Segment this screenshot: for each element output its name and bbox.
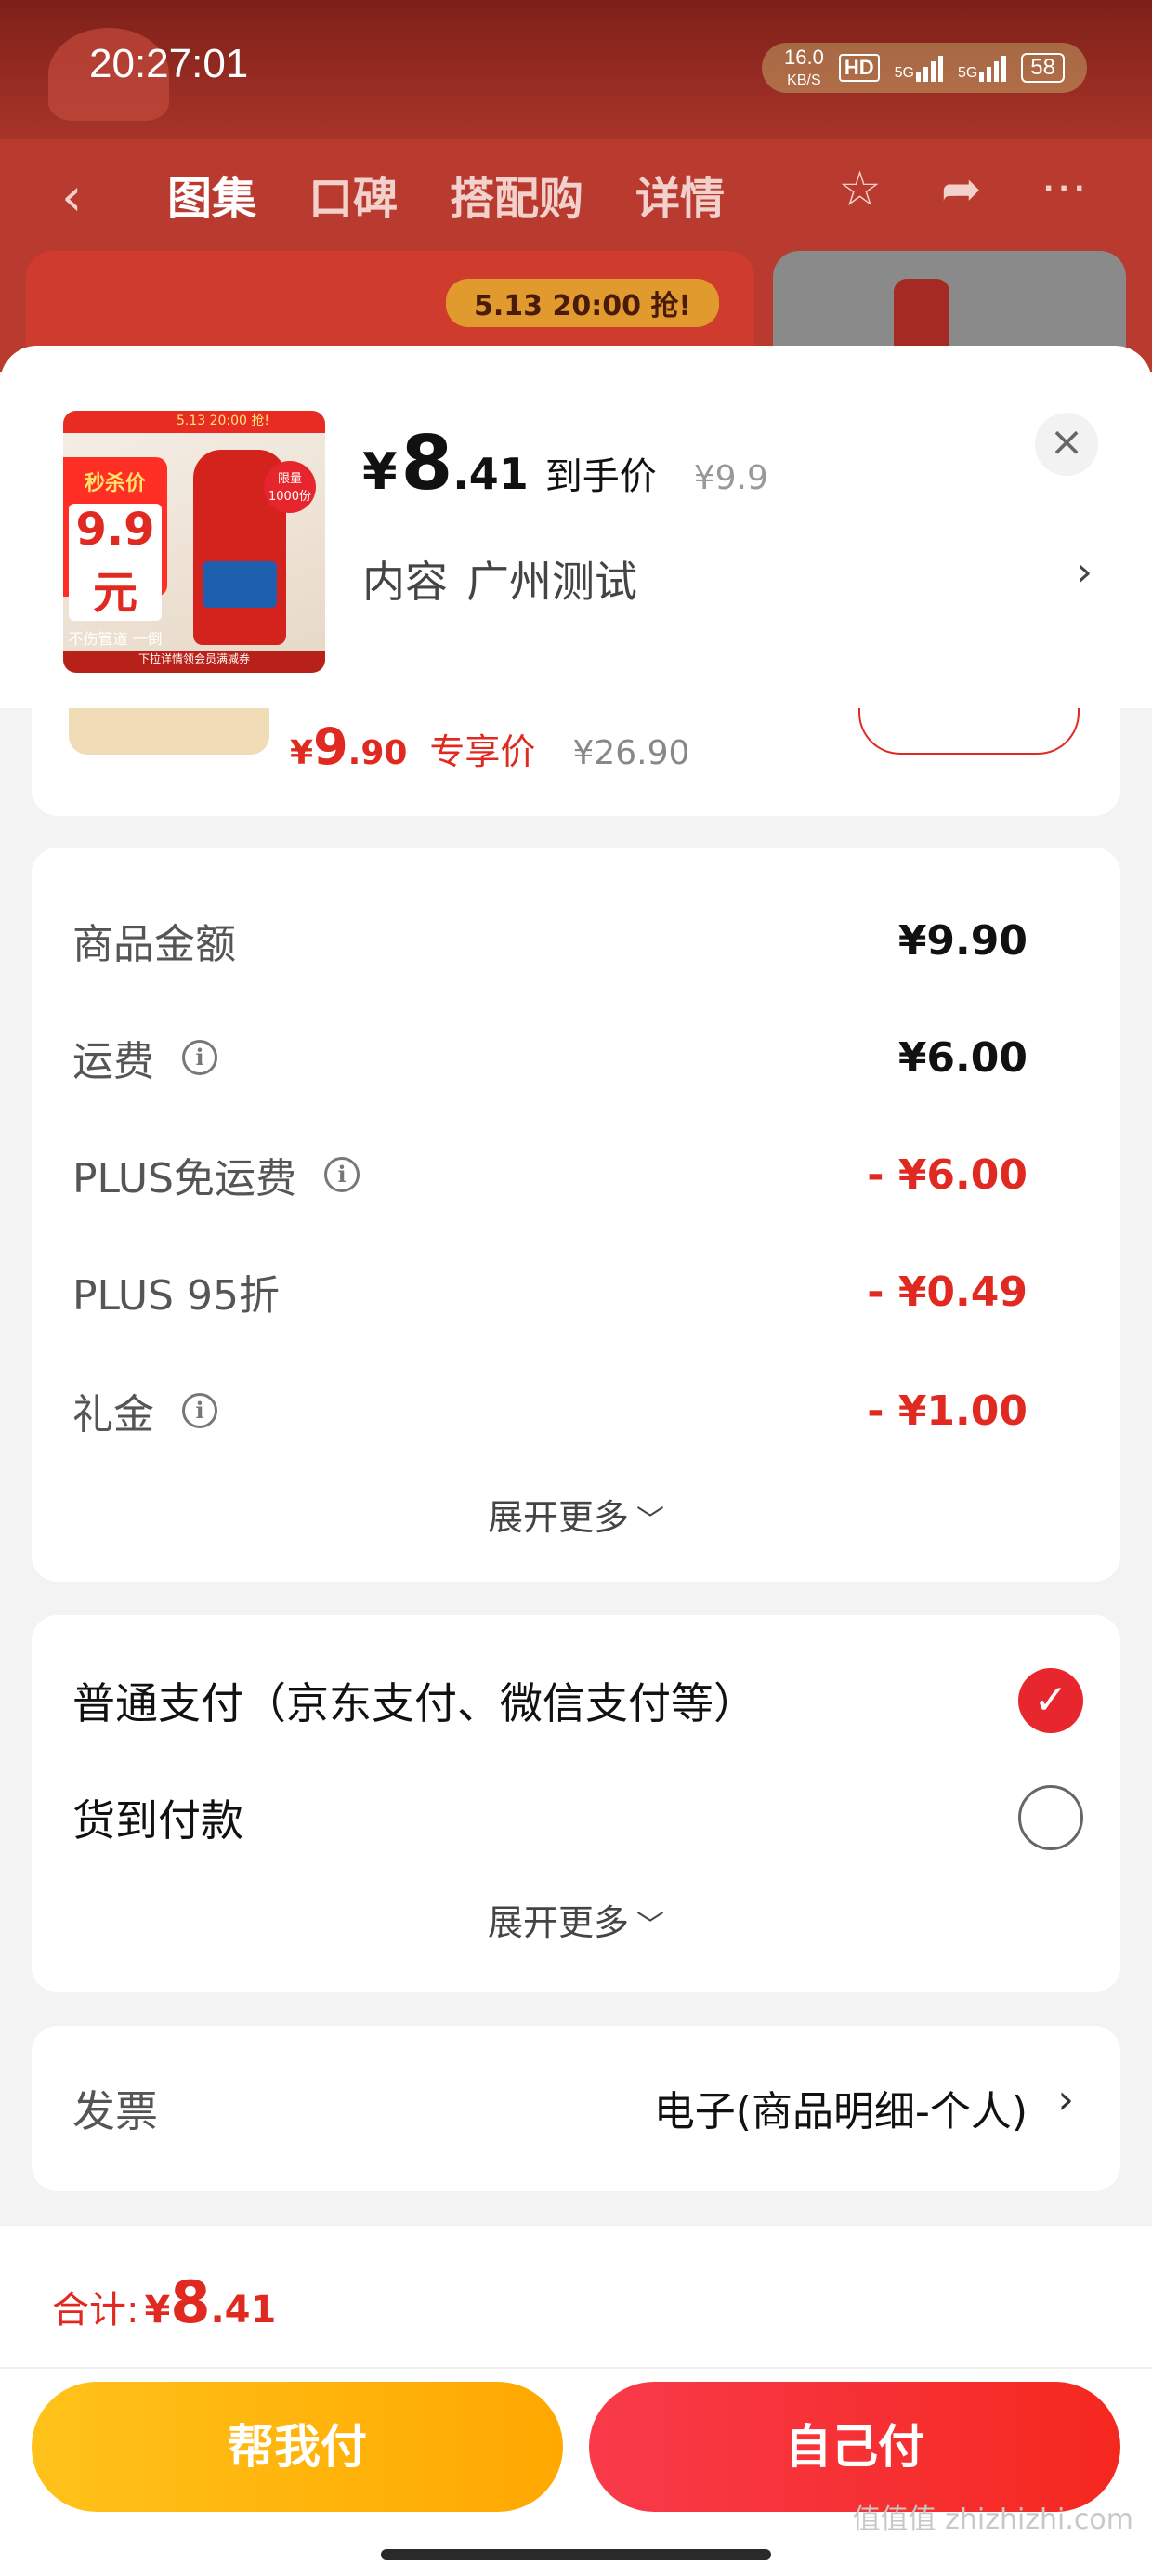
fee-row: PLUS免运费 i - ¥6.00 <box>72 1150 1028 1203</box>
payment-option[interactable]: 货到付款 <box>72 1784 1083 1851</box>
thumb-footer: 下拉详情领会员满减券 <box>63 651 325 673</box>
spec-value: 广州测试 <box>466 557 637 607</box>
spec-label: 内容 <box>362 557 448 607</box>
fee-row: 运费 i ¥6.00 <box>72 1033 1028 1086</box>
chevron-right-icon[interactable]: › <box>1076 548 1093 596</box>
original-price: ¥9.9 <box>693 459 768 497</box>
home-indicator[interactable] <box>381 2549 771 2560</box>
expand-more-payment[interactable]: 展开更多 ﹀ <box>32 1894 1120 1945</box>
more-icon[interactable]: ··· <box>1041 162 1087 217</box>
product-summary: 5.13 20:00 抢! 秒杀价 9.9元 不伤管道 一倒速通 限量 1000… <box>0 346 1152 708</box>
net-speed: 16.0 KB/S <box>784 46 824 88</box>
fee-row: 礼金 i - ¥1.00 <box>72 1387 1028 1439</box>
thumb-top-banner: 5.13 20:00 抢! <box>63 411 325 433</box>
info-icon[interactable]: i <box>324 1157 360 1192</box>
tab-bundle[interactable]: 搭配购 <box>450 162 583 227</box>
divider <box>0 2367 1152 2369</box>
spec-selector[interactable]: 内容 广州测试 <box>362 548 637 610</box>
banner-tag: 5.13 20:00 抢! <box>446 279 720 327</box>
thumb-promo-title: 秒杀价 <box>84 472 146 495</box>
nav-actions: ☆ ➦ ··· <box>838 162 1087 217</box>
chevron-down-icon: ﹀ <box>636 1910 664 1942</box>
total-price: 合计: ¥ 8 .41 <box>52 2268 277 2336</box>
fee-breakdown-card: 商品金额 ¥9.90 运费 i ¥6.00 PLUS免运费 i - ¥6.00 PL… <box>32 848 1120 1582</box>
share-icon[interactable]: ➦ <box>941 162 982 217</box>
nav-tabs: 图集 口碑 搭配购 详情 <box>167 162 725 227</box>
thumb-promo-price: 9.9元 <box>69 504 162 621</box>
product-image: 5.13 20:00 抢! 秒杀价 9.9元 不伤管道 一倒速通 限量 1000… <box>63 411 325 673</box>
watermark: 值值值 zhizhizhi.com <box>852 2504 1133 2536</box>
product-page-background: 20:27:01 16.0 KB/S HD 5G 5G 58 ‹ 图集 口碑 搭配… <box>0 0 1152 372</box>
top-nav: ‹ 图集 口碑 搭配购 详情 ☆ ➦ ··· <box>0 149 1152 232</box>
final-price: ¥ 8 .41 到手价 ¥9.9 <box>362 420 768 506</box>
total-label: 合计: <box>52 2289 139 2332</box>
fee-row: 商品金额 ¥9.90 <box>72 916 1028 969</box>
tab-details[interactable]: 详情 <box>635 162 725 227</box>
radio-button[interactable] <box>1018 1785 1083 1850</box>
fee-value: - ¥1.00 <box>867 1387 1028 1435</box>
help-pay-button[interactable]: 帮我付 <box>32 2382 563 2512</box>
fee-row: PLUS 95折 - ¥0.49 <box>72 1268 1028 1321</box>
close-button[interactable]: × <box>1035 413 1098 476</box>
offer-original-price: ¥26.90 <box>572 734 690 772</box>
hd-icon: HD <box>838 54 880 82</box>
star-icon[interactable]: ☆ <box>838 162 882 217</box>
offer-price-label: 专享价 <box>429 731 536 772</box>
price-label: 到手价 <box>544 455 657 498</box>
invoice-label: 发票 <box>72 2086 158 2136</box>
limit-badge: 限量 1000份 <box>264 461 316 513</box>
payment-method-card: 普通支付（京东支付、微信支付等） ✓ 货到付款 展开更多 ﹀ <box>32 1615 1120 1992</box>
fee-value: ¥9.90 <box>897 916 1028 965</box>
status-icons: 16.0 KB/S HD 5G 5G 58 <box>762 43 1087 93</box>
expand-more-fees[interactable]: 展开更多 ﹀ <box>32 1489 1120 1540</box>
signal-icon: 5G <box>895 54 943 82</box>
offer-thumbnail <box>69 708 269 755</box>
info-icon[interactable]: i <box>182 1393 217 1428</box>
invoice-value: 电子(商品明细-个人) <box>653 2088 1028 2136</box>
offer-price: ¥ 9 .90 专享价 ¥26.90 <box>290 717 690 776</box>
invoice-card[interactable]: 发票 电子(商品明细-个人) › <box>32 2026 1120 2191</box>
chevron-down-icon: ﹀ <box>636 1505 664 1537</box>
fee-value: ¥6.00 <box>897 1033 1028 1082</box>
chevron-right-icon: › <box>1057 2076 1074 2123</box>
thumb-promo-box: 秒杀价 9.9元 不伤管道 一倒速通 <box>63 457 167 670</box>
status-time: 20:27:01 <box>89 41 249 86</box>
fee-value: - ¥0.49 <box>867 1268 1028 1316</box>
signal-icon: 5G <box>958 54 1007 82</box>
info-icon[interactable]: i <box>182 1040 217 1075</box>
chevron-left-icon[interactable]: ‹ <box>61 167 82 228</box>
payment-option[interactable]: 普通支付（京东支付、微信支付等） ✓ <box>72 1667 1083 1734</box>
self-pay-button[interactable]: 自己付 <box>589 2382 1120 2512</box>
checkout-footer: 合计: ¥ 8 .41 帮我付 自己付 值值值 zhizhizhi.com <box>0 2225 1152 2576</box>
tab-gallery[interactable]: 图集 <box>167 162 256 227</box>
battery-icon: 58 <box>1021 53 1065 83</box>
fee-value: - ¥6.00 <box>867 1150 1028 1199</box>
checkmark-icon[interactable]: ✓ <box>1018 1668 1083 1733</box>
tab-reviews[interactable]: 口碑 <box>308 162 398 227</box>
